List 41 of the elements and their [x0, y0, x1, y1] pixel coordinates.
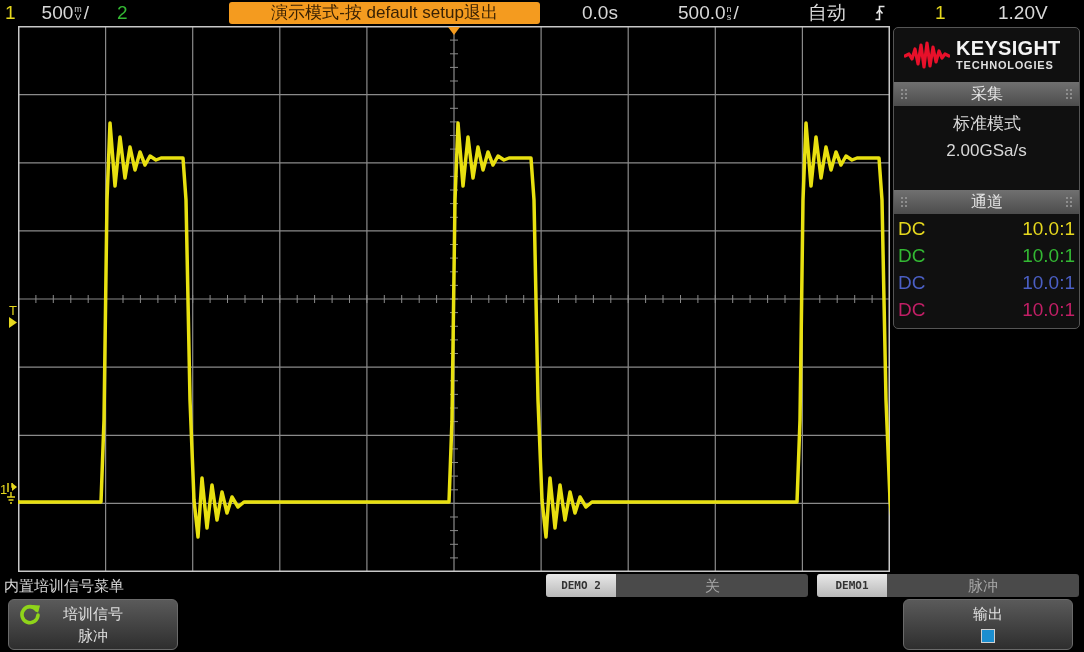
trigger-level-label: T: [9, 304, 17, 317]
channel-number: 2: [117, 2, 128, 24]
rising-edge-icon: [875, 5, 885, 21]
grip-icon: [900, 196, 908, 208]
channel-number: 1: [5, 2, 16, 24]
connector-label: DEMO 2: [546, 574, 616, 597]
grip-icon: [1065, 196, 1073, 208]
softkey-button[interactable]: 输出: [903, 599, 1073, 650]
circular-arrow-icon: [19, 603, 41, 625]
brand-tagline: TECHNOLOGIES: [956, 59, 1054, 72]
menu-title: 内置培训信号菜单: [3, 576, 125, 595]
coupling-text: DC: [898, 217, 926, 240]
probe-ratio-text: 10.0:1: [1022, 271, 1075, 294]
acquisition-text: 2.00GSa/s: [946, 140, 1027, 162]
probe-ratio-text: 10.0:1: [1022, 244, 1075, 267]
trigger-mode-text: 自动: [808, 2, 846, 24]
probe-ratio-text: 10.0:1: [1022, 298, 1075, 321]
demo-mode-banner: 演示模式-按 default setup退出: [229, 2, 540, 24]
brand-name: KEYSIGHT: [956, 38, 1061, 59]
grip-icon: [1065, 88, 1073, 100]
output-state-text: 脉冲: [967, 576, 999, 596]
wave-logo-icon: [904, 41, 950, 69]
acquisition-text: 标准模式: [952, 113, 1021, 135]
output-state-text: 关: [703, 576, 721, 596]
trigger-position-icon: [448, 27, 460, 35]
checkbox[interactable]: [981, 629, 995, 644]
grip-icon: [900, 88, 908, 100]
softkey-button[interactable]: 培训信号 脉冲: [8, 599, 178, 650]
connector-label: DEMO1: [817, 574, 887, 597]
probe-ratio-text: 10.0:1: [1022, 217, 1075, 240]
channel-marker-label: 1: [0, 483, 8, 496]
coupling-text: DC: [898, 271, 926, 294]
delay-text: 0.0s: [582, 2, 618, 24]
section-title: 采集: [970, 84, 1003, 104]
ground-marker-icon: [7, 483, 18, 505]
triangle-marker-icon: [9, 317, 17, 328]
trigger-source-text: 1: [935, 2, 946, 24]
trigger-level-text: 1.20V: [998, 2, 1048, 24]
coupling-text: DC: [898, 298, 926, 321]
section-title: 通道: [970, 192, 1003, 212]
coupling-text: DC: [898, 244, 926, 267]
